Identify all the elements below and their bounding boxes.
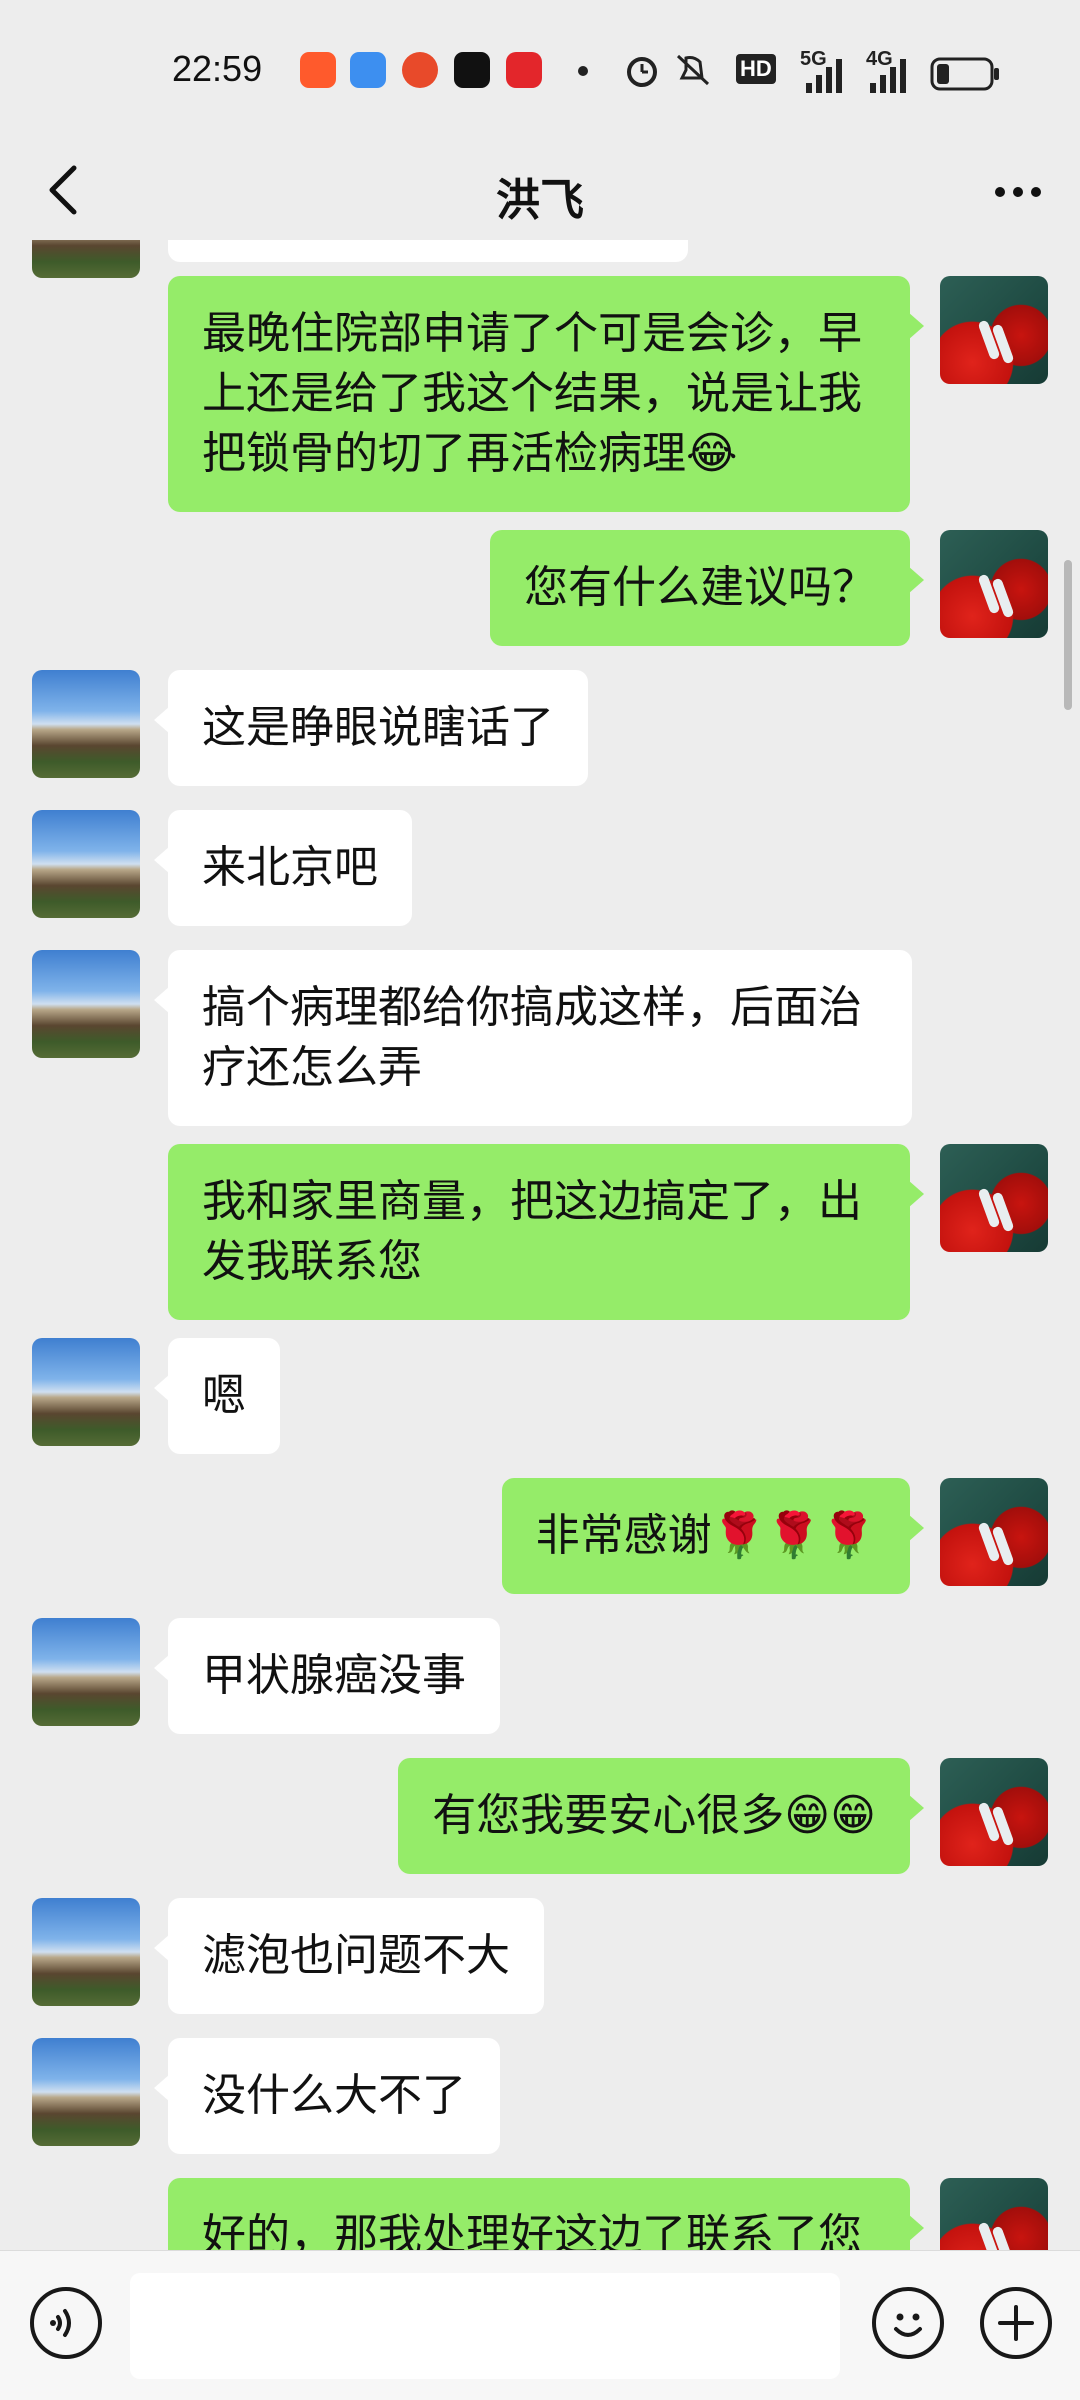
plus-icon [998, 2305, 1034, 2341]
signal-icon [806, 59, 842, 93]
message-input[interactable] [130, 2273, 840, 2379]
netease-music-icon [506, 52, 542, 88]
plus-button[interactable] [980, 2287, 1052, 2359]
message-bubble[interactable]: 滤泡也问题不大 [154, 1898, 544, 2014]
message-bubble[interactable]: 有您我要安心很多😁😁 [398, 1758, 924, 1874]
battery-icon [930, 57, 999, 91]
contact-avatar[interactable] [32, 2038, 140, 2146]
chat-screen: 22:59 HD 5G 4G 洪飞 最晚住院部申请了个可是会诊，早上还是给了我这… [0, 0, 1080, 2400]
contact-avatar[interactable] [32, 1618, 140, 1726]
voice-button[interactable] [30, 2287, 102, 2359]
message-bubble-partial[interactable] [168, 240, 688, 262]
emoji-button[interactable] [872, 2287, 944, 2359]
weather-app-icon [350, 52, 386, 88]
contact-avatar[interactable] [32, 1338, 140, 1446]
message-bubble[interactable]: 嗯 [154, 1338, 280, 1454]
message-list[interactable]: 最晚住院部申请了个可是会诊，早上还是给了我这个结果，说是让我把锁骨的切了再活检病… [0, 240, 1080, 2250]
status-time: 22:59 [172, 48, 263, 89]
message-bubble[interactable]: 我和家里商量，把这边搞定了，出发我联系您 [168, 1144, 924, 1320]
more-button[interactable] [978, 152, 1058, 232]
my-avatar[interactable] [940, 530, 1048, 638]
message-bubble[interactable]: 好的，那我处理好这边了联系了您 [168, 2178, 924, 2250]
alipay-red-icon [402, 52, 438, 88]
message-bubble[interactable]: 甲状腺癌没事 [154, 1618, 500, 1734]
message-bubble[interactable]: 非常感谢🌹🌹🌹 [501, 1478, 925, 1594]
kuaishou-app-icon [300, 52, 336, 88]
message-bubble[interactable]: 没什么大不了 [154, 2038, 500, 2154]
contact-avatar[interactable] [32, 240, 140, 278]
my-avatar[interactable] [940, 1478, 1048, 1586]
mute-icon [676, 54, 710, 86]
message-bubble[interactable]: 最晚住院部申请了个可是会诊，早上还是给了我这个结果，说是让我把锁骨的切了再活检病… [168, 276, 924, 512]
more-icon [995, 187, 1041, 197]
my-avatar[interactable] [940, 2178, 1048, 2250]
contact-avatar[interactable] [32, 1898, 140, 2006]
voice-icon [50, 2309, 71, 2337]
scrollbar[interactable] [1064, 560, 1072, 710]
my-avatar[interactable] [940, 1144, 1048, 1252]
message-bubble[interactable]: 搞个病理都给你搞成这样，后面治疗还怎么弄 [154, 950, 912, 1126]
notification-dot-icon [578, 66, 588, 76]
hd-icon: HD [736, 54, 776, 84]
message-bubble[interactable]: 这是睁眼说瞎话了 [154, 670, 588, 786]
contact-avatar[interactable] [32, 670, 140, 778]
alarm-icon [627, 57, 657, 87]
chat-header: 洪飞 [0, 140, 1080, 240]
emoji-icon [894, 2313, 922, 2337]
my-avatar[interactable] [940, 1758, 1048, 1866]
tiktok-app-icon [454, 52, 490, 88]
message-bubble[interactable]: 来北京吧 [154, 810, 412, 926]
chat-title: 洪飞 [496, 175, 584, 226]
contact-avatar[interactable] [32, 810, 140, 918]
my-avatar[interactable] [940, 276, 1048, 384]
contact-avatar[interactable] [32, 950, 140, 1058]
message-bubble[interactable]: 您有什么建议吗？ [490, 530, 924, 646]
input-bar [0, 2250, 1080, 2400]
status-bar: 22:59 HD 5G 4G [0, 0, 1080, 140]
signal-icon-2 [870, 59, 906, 93]
